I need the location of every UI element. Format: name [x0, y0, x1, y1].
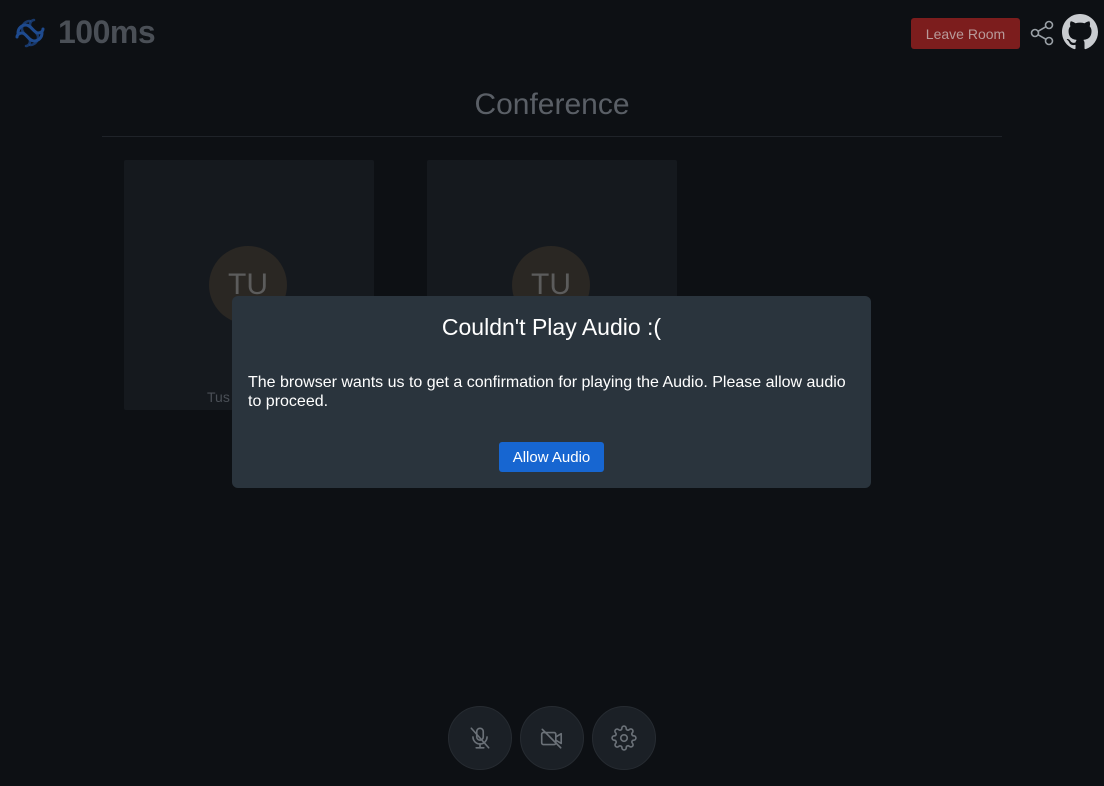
participant-name: Tus — [207, 389, 230, 405]
camera-off-icon — [540, 728, 563, 749]
page-title: Conference — [474, 88, 630, 121]
conference-app: 100ms Leave Room Conference TU Tus TU Co… — [0, 0, 1104, 786]
github-icon[interactable] — [1062, 14, 1098, 50]
dialog-message: The browser wants us to get a confirmati… — [248, 374, 846, 410]
leave-room-button[interactable]: Leave Room — [911, 18, 1020, 49]
header: 100ms Leave Room — [0, 0, 1104, 66]
title-divider — [102, 136, 1002, 137]
allow-audio-button[interactable]: Allow Audio — [499, 442, 604, 472]
mic-toggle-button[interactable] — [448, 706, 512, 770]
settings-button[interactable] — [592, 706, 656, 770]
audio-permission-dialog: Couldn't Play Audio :( The browser wants… — [232, 296, 871, 488]
logo-icon — [15, 18, 45, 47]
mic-off-icon — [470, 727, 490, 749]
settings-gear-icon — [611, 725, 637, 751]
share-icon[interactable] — [1030, 20, 1054, 46]
dialog-title: Couldn't Play Audio :( — [441, 314, 662, 340]
logo-text: 100ms — [58, 14, 156, 50]
camera-toggle-button[interactable] — [520, 706, 584, 770]
brand-logo[interactable]: 100ms — [12, 14, 156, 51]
